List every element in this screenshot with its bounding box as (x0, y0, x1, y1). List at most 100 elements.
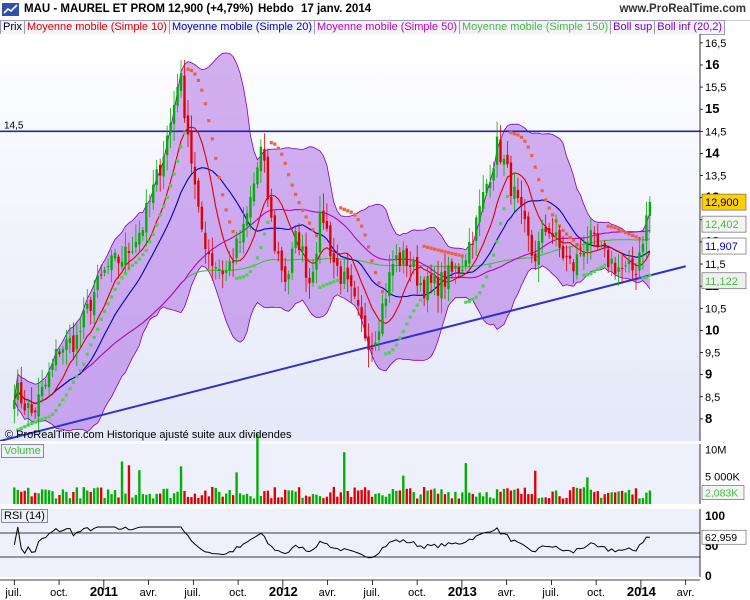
volume-bar (176, 491, 179, 504)
legend-ma20[interactable]: Moyenne mobile (Simple 20) (169, 20, 315, 35)
legend-ma150[interactable]: Moyenne mobile (Simple 150) (460, 20, 612, 35)
sar-dot (248, 269, 253, 274)
volume-bar (488, 497, 492, 504)
candle (648, 202, 652, 216)
volume-bar (165, 488, 169, 504)
candle (450, 261, 454, 272)
candle (516, 189, 520, 199)
sar-dot (523, 139, 527, 143)
volume-bar (308, 496, 311, 504)
volume-bar (589, 489, 593, 504)
price-tick-label: 10 (705, 322, 719, 337)
volume-bar (179, 466, 183, 504)
candle (638, 252, 641, 271)
volume-bar (103, 497, 106, 504)
candle (509, 162, 513, 197)
volume-bar (343, 452, 346, 504)
x-tick-label: oct. (587, 587, 605, 599)
sar-dot (495, 240, 499, 244)
ma20-value-tag-box (701, 237, 747, 255)
legend-sar[interactable]: Parab SAR (0.02,0.02,0.2) (1, 36, 137, 50)
price-tick-label: 8 (705, 411, 712, 426)
volume-bar (58, 494, 61, 504)
volume-bar (329, 492, 332, 504)
volume-bar (464, 463, 467, 504)
sar-dot (432, 247, 437, 251)
volume-bar (148, 493, 151, 504)
x-tick-label: 2012 (269, 584, 298, 599)
volume-bar (547, 498, 551, 504)
candle (252, 183, 256, 202)
candle (51, 363, 54, 370)
volume-bar (138, 470, 141, 504)
ma10-line (13, 126, 651, 405)
candle (488, 182, 492, 189)
volume-pane-label[interactable]: Volume (1, 444, 44, 458)
sar-dot (603, 263, 607, 267)
volume-bar (322, 498, 325, 504)
price-pane-bg (0, 34, 700, 441)
sar-dot (99, 317, 103, 321)
volume-bar (252, 498, 256, 504)
volume-bar (346, 490, 349, 504)
date-label: 17 janv. 2014 (301, 3, 372, 15)
volume-bar (228, 490, 231, 504)
candle (603, 243, 606, 248)
legend-price[interactable]: Prix (0, 20, 25, 35)
volume-bar (37, 493, 40, 504)
sar-dot (474, 295, 478, 299)
sar-dot (356, 218, 360, 222)
price-tick-label: 12 (705, 234, 719, 249)
sar-dot (54, 408, 58, 413)
candle (627, 260, 631, 265)
candle (207, 251, 210, 255)
sar-dot (96, 327, 100, 331)
rsi-pane: 100 50 0 62,959 (0, 509, 747, 583)
sar-dot (641, 276, 645, 280)
candle (79, 330, 82, 332)
candle (363, 315, 367, 339)
candle (461, 269, 464, 271)
candle (315, 253, 318, 270)
sar-dot (589, 272, 593, 276)
sar-dot (169, 184, 173, 188)
x-tick-label: avr. (140, 587, 158, 599)
sar-dot (175, 159, 180, 163)
price-tick-label: 11,5 (705, 259, 726, 271)
legend-ma10[interactable]: Moyenne mobile (Simple 10) (24, 20, 170, 35)
candle (145, 203, 148, 233)
sar-dot (485, 275, 489, 279)
legend-boll-sup[interactable]: Boll sup (611, 20, 656, 35)
candle (343, 271, 346, 284)
sar-dot (43, 416, 48, 420)
volume-bar (447, 492, 450, 504)
volume-bar (172, 493, 176, 504)
candle (593, 232, 596, 235)
volume-bar (419, 494, 422, 504)
rsi-pane-label[interactable]: RSI (14) (1, 509, 48, 523)
sar-dot (280, 152, 284, 156)
legend-boll-inf[interactable]: Boll inf (20,2) (655, 20, 726, 35)
price-tick-label: 8,5 (705, 392, 720, 404)
indicator-legend: Prix Moyenne mobile (Simple 10) Moyenne … (0, 20, 726, 35)
volume-bar (197, 498, 200, 504)
volume-last-value: 2,083K (705, 488, 738, 500)
header-bar: MAU - MAUREL ET PROM 12,900 (+4,79%) Heb… (0, 0, 750, 21)
site-url[interactable]: www.ProRealTime.com (619, 3, 746, 15)
sar-dot (61, 398, 65, 402)
sar-dot (103, 309, 107, 313)
x-tick-label: oct. (229, 587, 247, 599)
candle (395, 255, 398, 261)
candle (596, 233, 599, 248)
legend-ma50[interactable]: Moyenne mobile (Simple 50) (314, 20, 460, 35)
sar-dot (637, 237, 642, 241)
sar-dot (221, 193, 225, 197)
volume-bar (231, 495, 235, 504)
volume-bar (620, 490, 624, 504)
candle (409, 265, 412, 267)
sar-dot (245, 273, 249, 277)
sar-dot (439, 249, 444, 253)
volume-bar (388, 493, 391, 504)
volume-bar (422, 487, 426, 504)
sar-dot (23, 425, 27, 429)
